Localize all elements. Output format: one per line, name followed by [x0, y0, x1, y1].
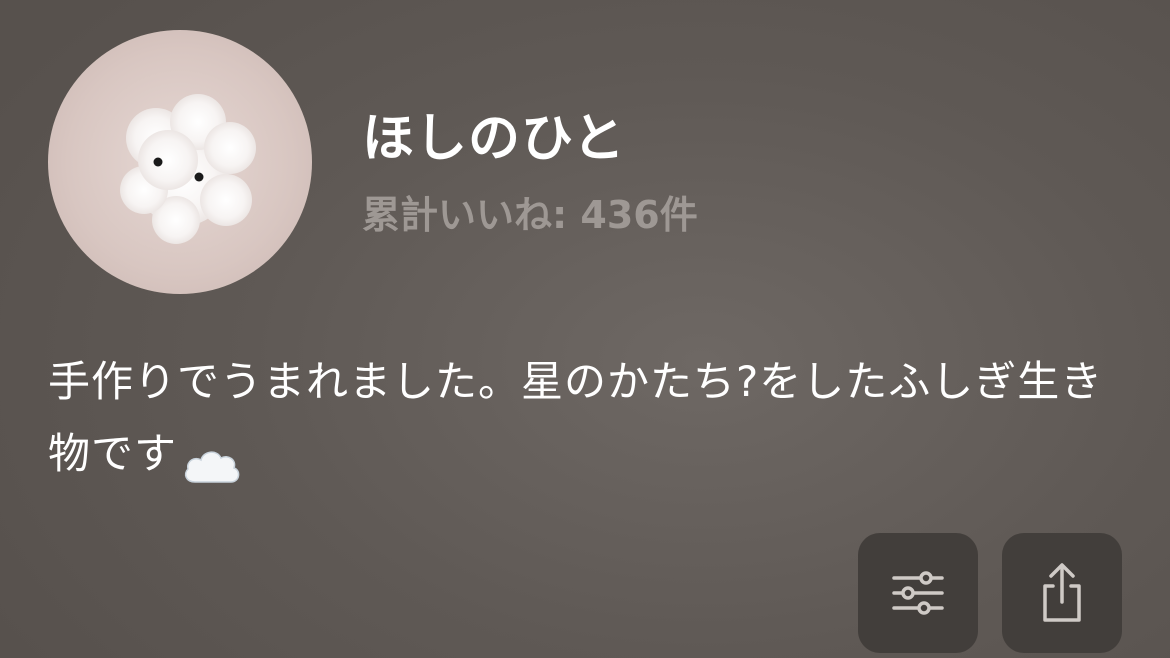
- cloud-icon: [181, 436, 243, 483]
- sliders-icon: [892, 571, 944, 615]
- avatar-image: [120, 94, 256, 244]
- share-button[interactable]: [1002, 533, 1122, 653]
- total-likes: 累計いいね: 436件: [362, 193, 698, 237]
- profile-bio: 手作りでうまれました。星のかたち?をしたふしぎ生き物です: [48, 346, 1138, 490]
- avatar[interactable]: [48, 30, 312, 294]
- filter-button[interactable]: [858, 533, 978, 653]
- profile-username: ほしのひと: [362, 109, 626, 169]
- share-icon: [1043, 563, 1081, 622]
